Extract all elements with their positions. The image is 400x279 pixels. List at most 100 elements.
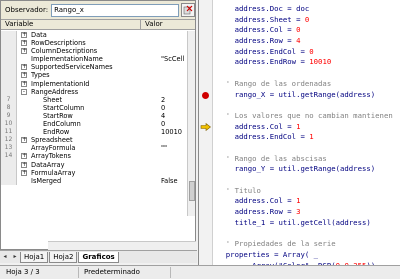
expand-icon[interactable]: +	[21, 153, 27, 160]
watch-row[interactable]: + ColumnDescriptions	[1, 47, 195, 56]
row-number: 10	[1, 120, 17, 129]
watch-column-headers: Variable Valor	[1, 20, 195, 30]
code-line[interactable]: address.Col = 0	[217, 25, 400, 36]
watch-row[interactable]: ImplementationName "ScCell	[1, 55, 195, 64]
watch-row[interactable]: 13 ArrayFormula ""	[1, 144, 195, 153]
editor-gutter[interactable]	[199, 0, 213, 265]
expand-icon[interactable]: +	[21, 32, 27, 38]
code-line[interactable]: rango_X = util.getRange(address)	[217, 90, 400, 101]
code-line[interactable]: address.Sheet = 0	[217, 15, 400, 26]
page-style: Predeterminado	[84, 268, 140, 276]
code-comment[interactable]: ' Rango de las ordenadas	[217, 79, 400, 90]
code-area[interactable]: address.Doc = doc address.Sheet = 0 addr…	[217, 4, 400, 265]
code-line[interactable]: address.Doc = doc	[217, 4, 400, 15]
current-line-arrow-icon	[200, 123, 211, 132]
expand-icon[interactable]: +	[21, 137, 27, 144]
watch-row[interactable]: + ImplementationId	[1, 79, 195, 88]
code-line[interactable]	[217, 143, 400, 154]
watch-row[interactable]: 7 Sheet 2	[1, 95, 195, 104]
code-line[interactable]: rango_Y = util.getRange(address)	[217, 164, 400, 175]
variable-name: EndRow	[43, 128, 70, 137]
variable-name: RowDescriptions	[31, 39, 86, 48]
expand-icon[interactable]: +	[21, 72, 27, 79]
watch-row[interactable]: + RowDescriptions	[1, 39, 195, 48]
variable-name: StartColumn	[43, 103, 85, 112]
code-line[interactable]: address.Col = 1	[217, 196, 400, 207]
watch-row[interactable]: + SupportedServiceNames	[1, 63, 195, 72]
watch-row[interactable]: IsMerged False	[1, 176, 195, 185]
watch-row[interactable]: + Types	[1, 71, 195, 80]
expand-icon[interactable]: +	[21, 40, 27, 47]
row-number	[1, 31, 17, 40]
code-line[interactable]: address.Row = 3	[217, 207, 400, 218]
watch-row[interactable]: - RangeAddress	[1, 87, 195, 96]
scrollbar-thumb[interactable]	[189, 181, 195, 201]
breakpoint-icon[interactable]	[202, 91, 209, 99]
value-column-header[interactable]: Valor	[141, 20, 163, 29]
row-number	[1, 87, 17, 96]
code-line[interactable]: address.EndCol = 0	[217, 47, 400, 58]
code-line[interactable]	[217, 100, 400, 111]
watch-vertical-scrollbar[interactable]	[187, 31, 195, 216]
watch-label: Observador:	[5, 6, 49, 14]
row-number	[1, 79, 17, 88]
variable-name: SupportedServiceNames	[31, 63, 113, 72]
code-editor[interactable]: address.Doc = doc address.Sheet = 0 addr…	[198, 0, 400, 265]
variable-name: Types	[31, 71, 50, 80]
watch-row[interactable]: 10 EndColumn 0	[1, 120, 195, 129]
expand-icon[interactable]: +	[21, 64, 27, 71]
watch-row[interactable]: 11 EndRow 10010	[1, 128, 195, 137]
row-number: 7	[1, 95, 17, 104]
status-bar: Hoja 3 / 3 Predeterminado	[0, 265, 400, 279]
watch-input[interactable]	[51, 3, 180, 17]
variable-value: 2	[161, 95, 166, 104]
variable-name: ImplementationName	[31, 55, 103, 64]
code-line[interactable]: address.EndRow = 10010	[217, 57, 400, 68]
watch-row[interactable]: 8 StartColumn 0	[1, 103, 195, 112]
sheet-tab-hoja2[interactable]: Hoja2	[49, 251, 78, 263]
variable-name: ImplementationId	[31, 79, 90, 88]
watch-row[interactable]: + FormulaArray	[1, 168, 195, 177]
variable-column-header[interactable]: Variable	[1, 20, 141, 29]
sheet-horizontal-scrollbar[interactable]	[48, 241, 196, 250]
next-sheet-icon[interactable]: ▸	[10, 252, 20, 262]
code-line[interactable]: address.EndCol = 1	[217, 132, 400, 143]
variable-name: EndColumn	[43, 120, 81, 129]
expand-icon[interactable]: +	[21, 161, 27, 168]
remove-watch-icon	[183, 5, 193, 15]
variable-name: Sheet	[43, 95, 63, 104]
expand-icon[interactable]: +	[21, 48, 27, 55]
variable-name: Data	[31, 31, 47, 39]
row-number: 8	[1, 103, 17, 112]
watch-row[interactable]: + Data	[1, 31, 195, 40]
code-line[interactable]: title_1 = util.getCell(address)	[217, 218, 400, 229]
code-line[interactable]	[217, 228, 400, 239]
code-line[interactable]: address.Col = 1	[217, 122, 400, 133]
code-line[interactable]: address.Row = 4	[217, 36, 400, 47]
row-number	[1, 71, 17, 80]
variable-value: 0	[161, 103, 166, 112]
collapse-icon[interactable]: -	[21, 88, 27, 95]
sheet-tabs: ◂ ▸ Hoja1 Hoja2 Graficos	[0, 250, 197, 263]
variable-value: 0	[161, 120, 166, 129]
code-comment[interactable]: ' Titulo	[217, 186, 400, 197]
sheet-tab-hoja1[interactable]: Hoja1	[20, 251, 49, 263]
code-comment[interactable]: ' Propiedades de la serie	[217, 239, 400, 250]
watch-row[interactable]: 12 + Spreadsheet	[1, 136, 195, 145]
status-divider	[78, 267, 79, 278]
watch-row[interactable]: 14 + ArrayTokens	[1, 152, 195, 161]
watch-row[interactable]: + DataArray	[1, 160, 195, 169]
sheet-tab-graficos[interactable]: Graficos	[78, 251, 119, 263]
watch-row[interactable]: 9 StartRow 4	[1, 111, 195, 121]
remove-watch-button[interactable]	[181, 3, 195, 17]
watch-toolbar: Observador:	[1, 1, 195, 20]
code-line[interactable]	[217, 68, 400, 79]
expand-icon[interactable]: +	[21, 169, 27, 176]
code-line[interactable]	[217, 175, 400, 186]
code-comment[interactable]: ' Los valores que no cambian mantienen	[217, 111, 400, 122]
code-line[interactable]: properties = Array( _	[217, 250, 400, 261]
code-comment[interactable]: ' Rango de las abscisas	[217, 154, 400, 165]
variable-value: 10010	[161, 128, 182, 137]
first-sheet-icon[interactable]: ◂	[0, 252, 10, 262]
expand-icon[interactable]: +	[21, 80, 27, 87]
